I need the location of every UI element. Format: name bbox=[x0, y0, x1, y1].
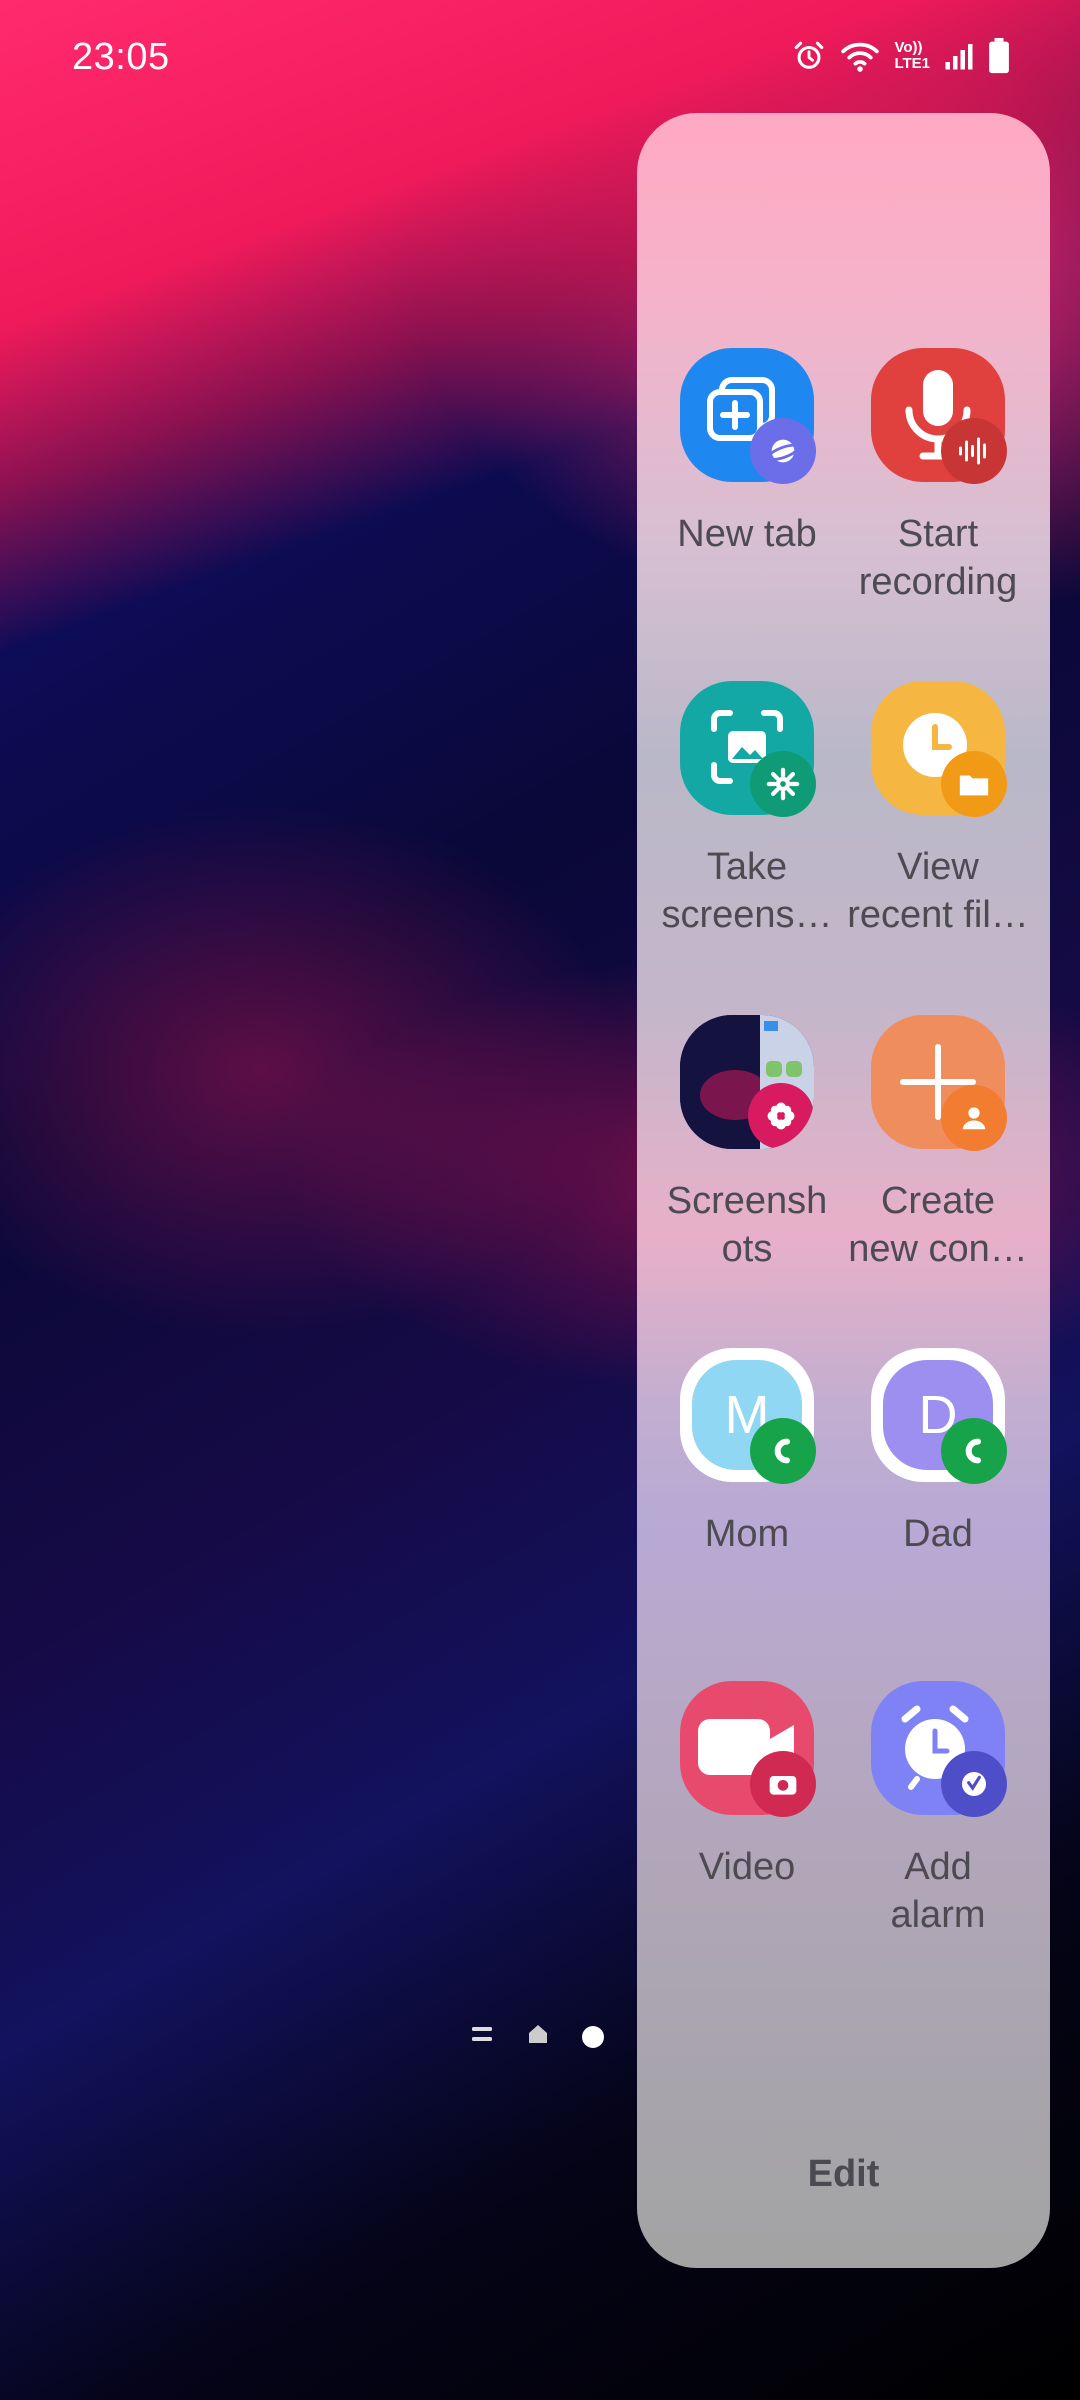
app-label: Dad bbox=[903, 1513, 973, 1555]
app-label: New tab bbox=[677, 513, 817, 555]
app-screenshots-album[interactable]: Screensh ots bbox=[652, 1015, 842, 1273]
app-video[interactable]: Video bbox=[652, 1681, 842, 1891]
app-label: Add alarm bbox=[890, 1846, 986, 1936]
status-clock: 23:05 bbox=[72, 36, 170, 78]
screenshot-icon bbox=[680, 681, 816, 817]
volte-label: Vo)) bbox=[894, 39, 923, 56]
plus-icon bbox=[871, 1015, 1007, 1151]
app-new-tab[interactable]: New tab bbox=[652, 348, 842, 558]
status-icons: Vo)) LTE1 bbox=[792, 38, 1010, 74]
phone-icon bbox=[941, 1418, 1007, 1484]
clock-check-icon bbox=[941, 1751, 1007, 1817]
contact-avatar-icon: D bbox=[871, 1348, 1007, 1484]
app-label: Start recording bbox=[858, 513, 1018, 603]
status-bar: 23:05 Vo)) LTE1 bbox=[0, 0, 1080, 120]
person-icon bbox=[941, 1085, 1007, 1151]
app-create-new-contact[interactable]: Create new con… bbox=[843, 1015, 1033, 1273]
app-start-recording[interactable]: Start recording bbox=[843, 348, 1033, 606]
signal-icon bbox=[944, 41, 974, 71]
edge-panel-apps: New tab Start recording Take screens… Vi… bbox=[637, 113, 1050, 2268]
edge-apps-grid: New tab Start recording Take screens… Vi… bbox=[637, 113, 1050, 2268]
audio-wave-icon bbox=[941, 418, 1007, 484]
apps-list-indicator-icon[interactable] bbox=[470, 2023, 494, 2050]
contact-shortcut-mom[interactable]: M Mom bbox=[652, 1348, 842, 1558]
microphone-icon bbox=[871, 348, 1007, 484]
app-label: Create new con… bbox=[848, 1180, 1028, 1270]
app-label: Screensh ots bbox=[666, 1180, 828, 1270]
battery-icon bbox=[988, 38, 1010, 74]
app-label: View recent fil… bbox=[847, 846, 1029, 936]
alarm-clock-icon bbox=[871, 1681, 1007, 1817]
folder-icon bbox=[941, 751, 1007, 817]
screenshot-thumbnail-icon bbox=[680, 1015, 814, 1149]
camera-icon bbox=[750, 1751, 816, 1817]
app-add-alarm[interactable]: Add alarm bbox=[843, 1681, 1033, 1939]
page-indicator bbox=[470, 2022, 604, 2051]
volte-icon: Vo)) LTE1 bbox=[894, 40, 930, 72]
app-take-screenshot[interactable]: Take screens… bbox=[652, 681, 842, 939]
app-label: Video bbox=[698, 1846, 796, 1888]
contact-shortcut-dad[interactable]: D Dad bbox=[843, 1348, 1033, 1558]
contact-avatar-icon: M bbox=[680, 1348, 816, 1484]
alarm-icon bbox=[792, 39, 826, 73]
internet-icon bbox=[750, 418, 816, 484]
wifi-icon bbox=[840, 39, 880, 73]
home-indicator-icon[interactable] bbox=[526, 2022, 550, 2051]
lte-label: LTE1 bbox=[894, 55, 930, 72]
app-label: Take screens… bbox=[661, 846, 833, 936]
edit-button[interactable]: Edit bbox=[637, 2153, 1050, 2196]
current-page-dot[interactable] bbox=[582, 2025, 604, 2048]
clock-icon bbox=[871, 681, 1007, 817]
app-label: Mom bbox=[704, 1513, 790, 1555]
flower-icon bbox=[748, 1083, 814, 1149]
internet-new-tab-icon bbox=[680, 348, 816, 484]
app-view-recent-files[interactable]: View recent fil… bbox=[843, 681, 1033, 939]
gear-icon bbox=[750, 751, 816, 817]
phone-icon bbox=[750, 1418, 816, 1484]
video-camera-icon bbox=[680, 1681, 816, 1817]
